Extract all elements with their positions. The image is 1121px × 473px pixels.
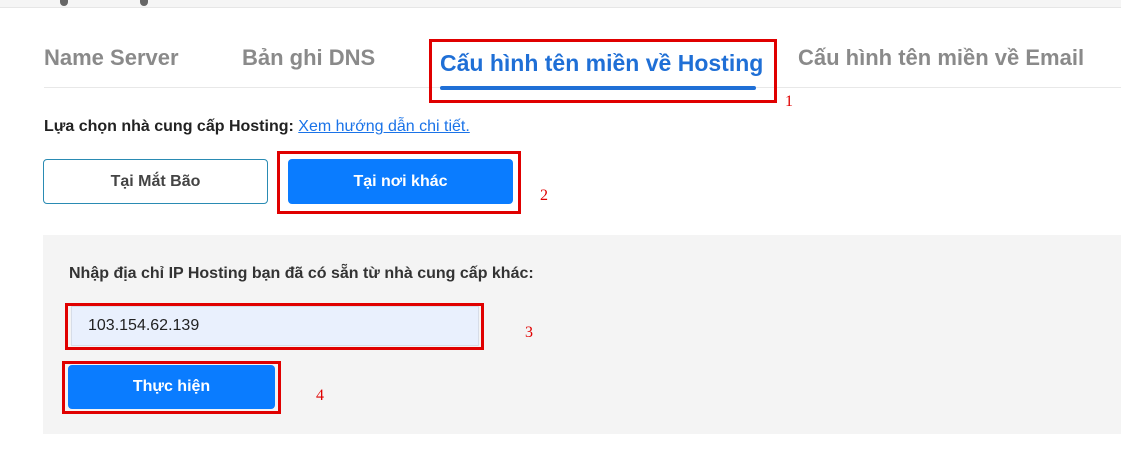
cropped-glyph	[60, 0, 68, 6]
tab-email-config[interactable]: Cấu hình tên miền về Email	[798, 45, 1084, 71]
submit-button[interactable]: Thực hiện	[68, 365, 275, 409]
detailed-guide-link[interactable]: Xem hướng dẫn chi tiết.	[298, 118, 470, 135]
tab-name-server[interactable]: Name Server	[44, 45, 179, 71]
option-matbao-button[interactable]: Tại Mắt Bão	[43, 159, 268, 204]
previous-section-edge	[0, 0, 1121, 8]
tab-dns-records[interactable]: Bản ghi DNS	[242, 45, 375, 71]
active-tab-underline	[440, 86, 756, 90]
domain-config-tabs: Name Server Bản ghi DNS Cấu hình tên miề…	[44, 30, 1121, 90]
ip-address-input[interactable]	[71, 306, 479, 346]
tab-hosting-config[interactable]: Cấu hình tên miền về Hosting	[440, 50, 763, 77]
annotation-number-4: 4	[316, 387, 324, 404]
annotation-number-2: 2	[540, 187, 548, 204]
annotation-number-3: 3	[525, 324, 533, 341]
option-other-provider-button[interactable]: Tại nơi khác	[288, 159, 513, 204]
cropped-glyph	[140, 0, 148, 6]
page: Name Server Bản ghi DNS Cấu hình tên miề…	[0, 0, 1121, 473]
hosting-provider-prompt: Lựa chọn nhà cung cấp Hosting: Xem hướng…	[44, 118, 470, 136]
ip-hosting-label: Nhập địa chỉ IP Hosting bạn đã có sẵn từ…	[69, 265, 534, 282]
hosting-provider-label: Lựa chọn nhà cung cấp Hosting:	[44, 118, 294, 135]
annotation-number-1: 1	[785, 93, 793, 110]
ip-hosting-panel: Nhập địa chỉ IP Hosting bạn đã có sẵn từ…	[43, 235, 1121, 434]
